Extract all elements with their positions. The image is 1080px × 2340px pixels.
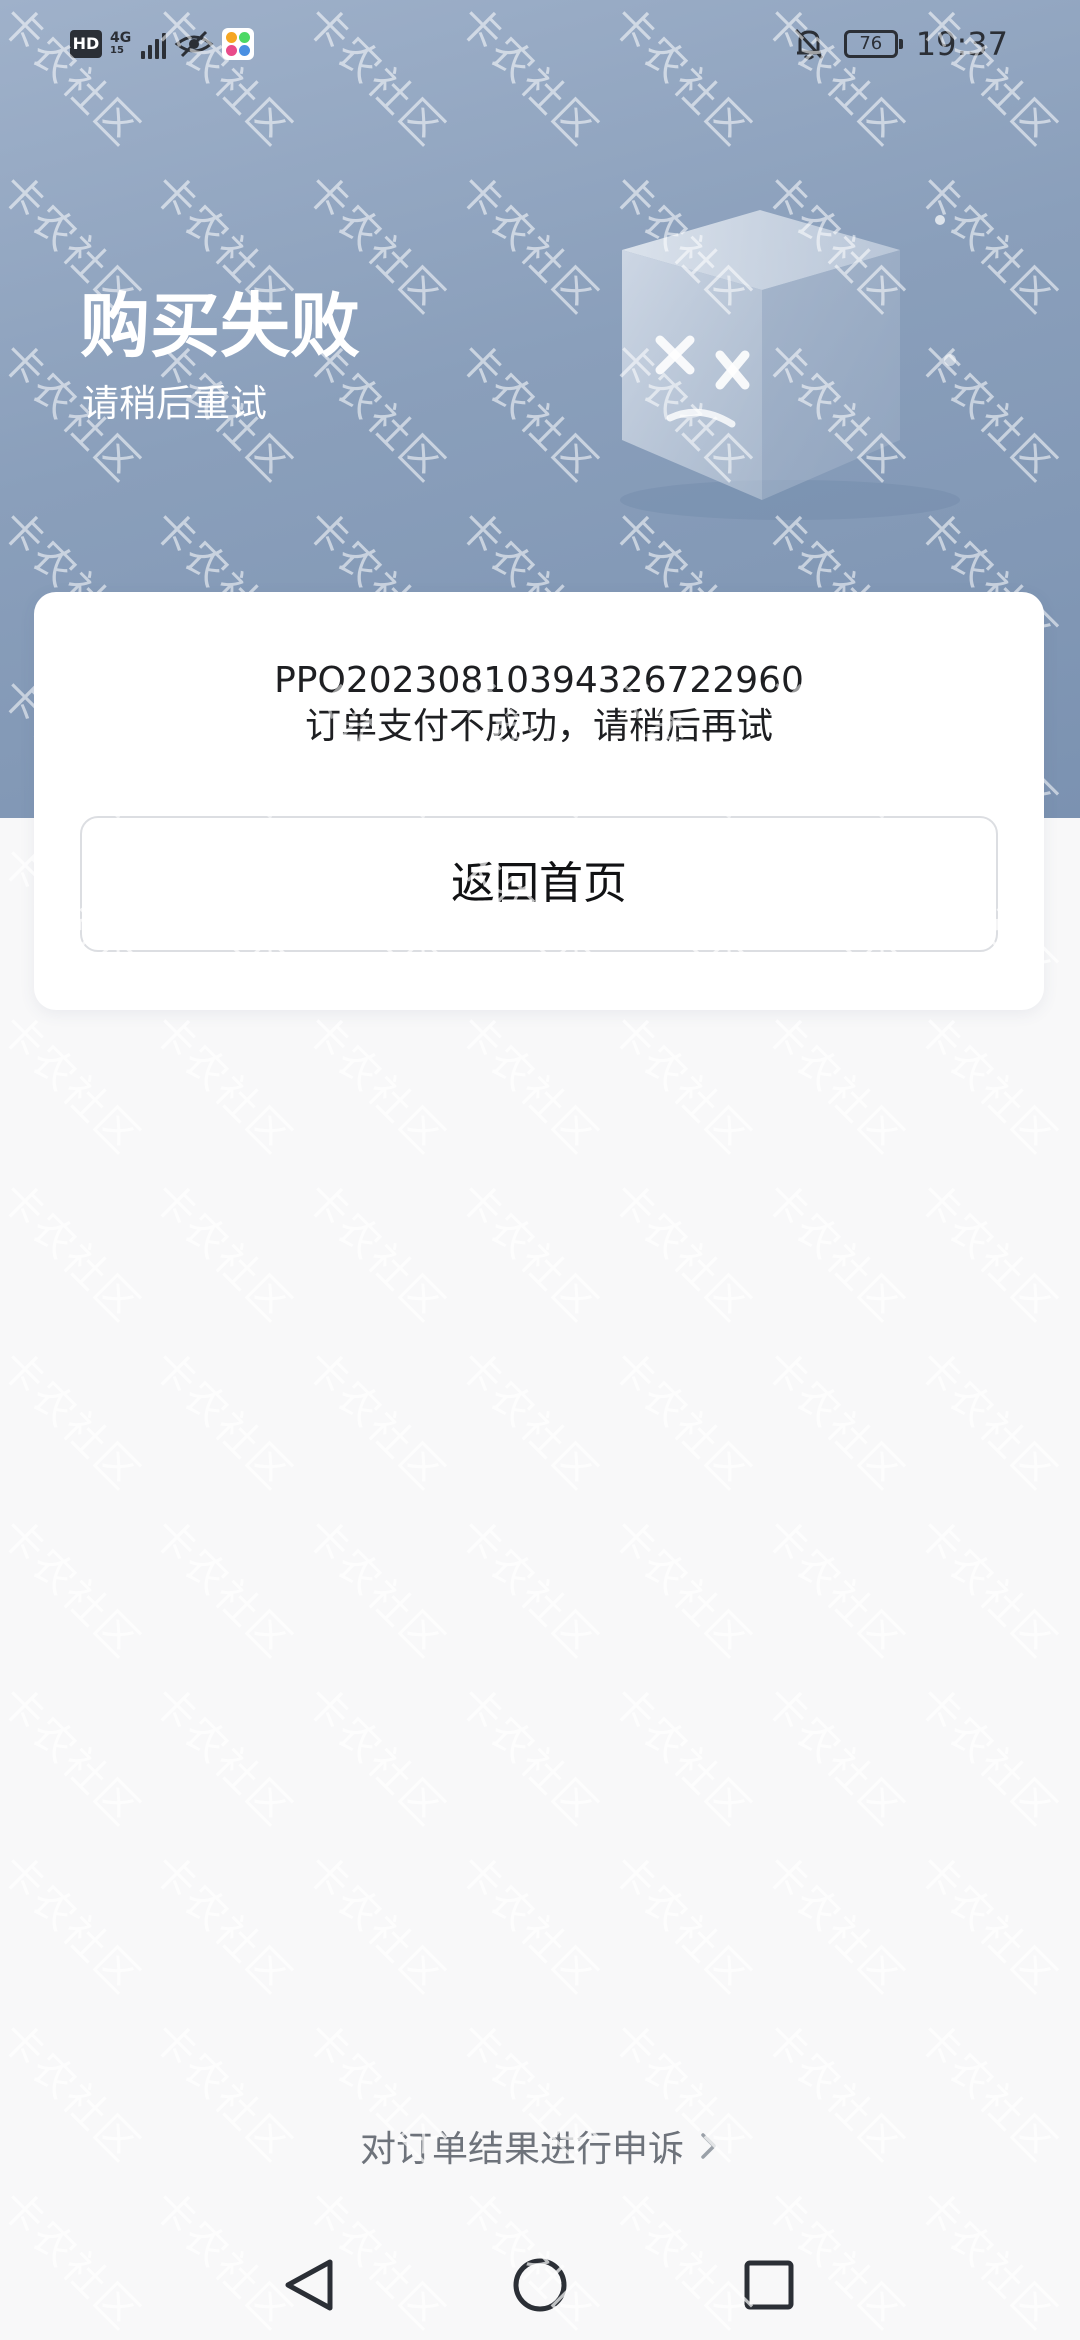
status-left: HD 4G 15	[70, 26, 255, 62]
watermark-text: 卡农社区	[907, 1340, 1067, 1500]
page-title: 购买失败	[80, 285, 360, 367]
watermark-text: 卡农社区	[754, 1004, 914, 1164]
clock: 19:37	[915, 25, 1008, 63]
eye-off-icon	[174, 30, 214, 58]
network-type: 4G 15	[110, 31, 131, 57]
battery-icon: 76	[843, 30, 903, 58]
watermark-text: 卡农社区	[754, 1676, 914, 1836]
watermark-text: 卡农社区	[907, 1676, 1067, 1836]
watermark-text: 卡农社区	[907, 1004, 1067, 1164]
watermark-text: 卡农社区	[295, 1340, 455, 1500]
watermark-text: 卡农社区	[0, 1004, 150, 1164]
watermark-text: 卡农社区	[448, 1004, 608, 1164]
status-bar: HD 4G 15 76 19:37	[0, 0, 1080, 90]
order-status-message: 订单支付不成功，请稍后再试	[304, 706, 773, 747]
watermark-text: 卡农社区	[754, 1340, 914, 1500]
watermark-text: 卡农社区	[0, 1172, 150, 1332]
watermark-text: 卡农社区	[601, 1172, 761, 1332]
back-triangle-icon[interactable]	[274, 2250, 344, 2320]
watermark-text: 卡农社区	[601, 1004, 761, 1164]
watermark-text: 卡农社区	[448, 1340, 608, 1500]
bell-off-icon	[794, 28, 823, 60]
home-circle-icon[interactable]	[505, 2250, 575, 2320]
watermark-text: 卡农社区	[448, 1676, 608, 1836]
watermark-text: 卡农社区	[907, 1844, 1067, 2004]
broken-cube-icon	[620, 210, 960, 520]
watermark-text: 卡农社区	[601, 1676, 761, 1836]
status-right: 76 19:37	[792, 24, 1008, 64]
purchase-failed-screen: 购买失败 请稍后重试 HD 4G 15 76 19:37 PPO20230810…	[0, 0, 1080, 2340]
watermark-text: 卡农社区	[142, 1676, 302, 1836]
network-label: 4G	[110, 30, 132, 46]
system-nav-bar	[0, 2230, 1080, 2340]
watermark-text: 卡农社区	[142, 1508, 302, 1668]
order-number: PPO20230810394326722960	[274, 660, 804, 701]
signal-icon	[141, 29, 167, 59]
watermark-text: 卡农社区	[142, 1172, 302, 1332]
recents-square-icon[interactable]	[734, 2250, 804, 2320]
watermark-text: 卡农社区	[142, 1844, 302, 2004]
watermark-text: 卡农社区	[0, 1844, 150, 2004]
appeal-label: 对订单结果进行申诉	[359, 2129, 684, 2170]
watermark-text: 卡农社区	[295, 1844, 455, 2004]
watermark-text: 卡农社区	[295, 1508, 455, 1668]
app-icon	[222, 28, 255, 60]
chevron-right-icon	[701, 2133, 716, 2159]
back-to-home-button[interactable]: 返回首页	[80, 816, 998, 952]
watermark-text: 卡农社区	[295, 1004, 455, 1164]
appeal-link[interactable]: 对订单结果进行申诉	[0, 2118, 1080, 2174]
watermark-text: 卡农社区	[295, 1172, 455, 1332]
watermark-text: 卡农社区	[142, 1340, 302, 1500]
watermark-text: 卡农社区	[601, 1844, 761, 2004]
watermark-text: 卡农社区	[754, 1172, 914, 1332]
hd-icon: HD	[70, 30, 102, 58]
page-subtitle: 请稍后重试	[82, 382, 267, 425]
watermark-text: 卡农社区	[0, 1340, 150, 1500]
watermark-text: 卡农社区	[601, 1340, 761, 1500]
watermark-text: 卡农社区	[0, 1508, 150, 1668]
watermark-text: 卡农社区	[142, 1004, 302, 1164]
watermark-text: 卡农社区	[754, 1844, 914, 2004]
watermark-text: 卡农社区	[907, 1508, 1067, 1668]
watermark-text: 卡农社区	[448, 1172, 608, 1332]
network-sub-label: 15	[110, 45, 124, 56]
watermark-text: 卡农社区	[295, 1676, 455, 1836]
order-result-card: PPO20230810394326722960 订单支付不成功，请稍后再试 返回…	[34, 592, 1044, 1010]
watermark-text: 卡农社区	[754, 1508, 914, 1668]
watermark-text: 卡农社区	[448, 1508, 608, 1668]
watermark-text: 卡农社区	[448, 1844, 608, 2004]
watermark-text: 卡农社区	[907, 1172, 1067, 1332]
watermark-text: 卡农社区	[601, 1508, 761, 1668]
watermark-text: 卡农社区	[0, 1676, 150, 1836]
